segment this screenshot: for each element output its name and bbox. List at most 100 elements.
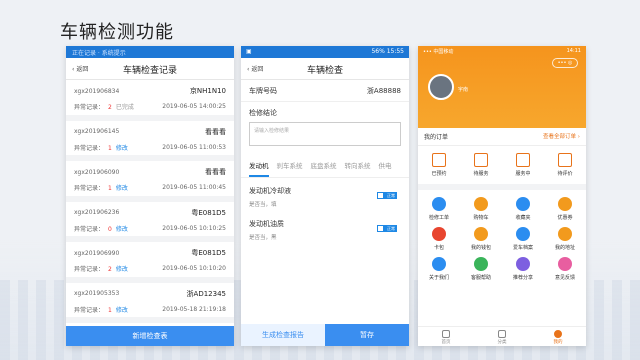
profile-screen: ••• 中国移动 14:11 ••• ◎ 宇南 我的订单 查看全部订单 › 已预… [418, 46, 586, 346]
abnormal-count: 0 [108, 225, 112, 233]
order-status-label: 待评价 [557, 171, 573, 177]
status-bar: 正在记录 · 系统提示 [66, 46, 234, 58]
tab-icon [498, 330, 506, 338]
vehicle-inspection-screen: ▣ 56% 15:55 ‹ 返回 车辆检查 车牌号码 浙A88888 检修结论 … [241, 46, 409, 346]
order-icon [474, 153, 488, 167]
tool-label: 意见反馈 [554, 275, 575, 281]
tool-icon [432, 227, 446, 241]
tab-2[interactable]: 我的 [530, 327, 586, 346]
record-date: 2019-06-05 11:00:45 [162, 184, 226, 191]
profile-header: ••• 中国移动 14:11 ••• ◎ 宇南 [418, 46, 586, 128]
tool-icon [558, 257, 572, 271]
record-date: 2019-05-18 21:19:18 [162, 305, 226, 313]
orders-header: 我的订单 查看全部订单 › [418, 128, 586, 146]
edit-link[interactable]: 修改 [116, 226, 128, 233]
tab-3[interactable]: 转向系统 [345, 160, 371, 177]
status-right: 14:11 [566, 48, 581, 54]
plate-row: 车牌号码 浙A88888 [241, 80, 409, 102]
tool-icon [474, 257, 488, 271]
record-date: 2019-06-05 10:10:20 [162, 265, 226, 272]
abnormal-label: 异常记录： [74, 185, 105, 192]
tool-item[interactable]: 优惠券 [544, 194, 586, 224]
tool-item[interactable]: 推荐分享 [502, 254, 544, 284]
record-status-group: 异常记录： 1 修改 [74, 183, 128, 192]
abnormal-label: 异常记录： [74, 104, 105, 111]
conclusion-label: 检修结论 [249, 109, 277, 117]
save-draft-button[interactable]: 暂存 [325, 324, 409, 346]
status-toggle[interactable]: 正常 [377, 225, 397, 232]
all-orders-link[interactable]: 查看全部订单 › [543, 132, 580, 141]
tool-icon [558, 227, 572, 241]
tab-0[interactable]: 发动机 [249, 160, 269, 177]
tab-1[interactable]: 分类 [474, 327, 530, 346]
nav-bar: ‹ 返回 车辆检查 [241, 58, 409, 80]
tool-icon [474, 197, 488, 211]
tab-icon [554, 330, 562, 338]
tool-item[interactable]: 购物车 [460, 194, 502, 224]
record-item[interactable]: xgx201906145 看看看 异常记录： 1 修改 2019-06-05 11:00:… [66, 121, 234, 161]
plate-value[interactable]: 浙A88888 [367, 86, 401, 96]
conclusion-input[interactable]: 请输入检修结果 [249, 122, 401, 146]
tool-item[interactable]: 收藏夹 [502, 194, 544, 224]
tool-item[interactable]: 爱车档案 [502, 224, 544, 254]
order-status-item[interactable]: 待评价 [544, 150, 586, 180]
record-bottom-row: 异常记录： 2 修改 2019-06-05 10:10:20 [74, 264, 226, 273]
record-top-row: xgx201906236 粤E081D5 [74, 208, 226, 218]
tab-1[interactable]: 刹车系统 [277, 160, 303, 177]
tool-label: 我的地址 [554, 245, 575, 251]
tab-2[interactable]: 底盘系统 [311, 160, 337, 177]
edit-link[interactable]: 修改 [116, 307, 128, 314]
tab-0[interactable]: 首页 [418, 327, 474, 346]
capsule-menu-button[interactable]: ••• ◎ [552, 58, 578, 68]
record-number: xgx201905353 [74, 290, 120, 297]
order-status-item[interactable]: 已预约 [418, 150, 460, 180]
tool-item[interactable]: 检修工单 [418, 194, 460, 224]
tool-label: 推荐分享 [512, 275, 533, 281]
record-item[interactable]: xgx201906834 京NH1N10 异常记录： 2 已完成 2019-06-05 1… [66, 80, 234, 121]
status-left: ▣ [246, 48, 252, 55]
check-item: 发动机冷却液 是否当，填 正常 [241, 178, 409, 211]
record-bottom-row: 异常记录： 1 修改 2019-06-05 11:00:45 [74, 183, 226, 192]
tool-item[interactable]: 我的地址 [544, 224, 586, 254]
tool-label: 我的钱包 [470, 245, 491, 251]
record-top-row: xgx201906990 粤E081D5 [74, 248, 226, 258]
record-list: xgx201906834 京NH1N10 异常记录： 2 已完成 2019-06-05 1… [66, 80, 234, 323]
order-icon [516, 153, 530, 167]
add-inspection-button[interactable]: 新增检查表 [66, 326, 234, 346]
tool-item[interactable]: 卡包 [418, 224, 460, 254]
tool-item[interactable]: 关于我们 [418, 254, 460, 284]
abnormal-label: 异常记录： [74, 306, 105, 314]
edit-link[interactable]: 修改 [116, 145, 128, 152]
record-item[interactable]: xgx201906236 粤E081D5 异常记录： 0 修改 2019-06-05 10… [66, 202, 234, 242]
generate-report-button[interactable]: 生成检查报告 [241, 324, 325, 346]
tab-label: 首页 [441, 340, 451, 345]
record-item[interactable]: xgx201906090 看看看 异常记录： 1 修改 2019-06-05 11:00:… [66, 161, 234, 202]
tool-item[interactable]: 客服帮助 [460, 254, 502, 284]
tool-icon [432, 257, 446, 271]
edit-link[interactable]: 修改 [116, 185, 128, 192]
avatar[interactable] [428, 74, 454, 100]
tool-icon [558, 197, 572, 211]
bottom-tab-bar: 首页 分类 我的 [418, 326, 586, 346]
check-item-hint: 是否当，填 [249, 202, 277, 208]
record-bottom-row: 异常记录： 0 修改 2019-06-05 10:10:25 [74, 224, 226, 233]
edit-link[interactable]: 修改 [116, 266, 128, 273]
record-number: xgx201906990 [74, 249, 120, 257]
record-plate: 看看看 [205, 127, 226, 136]
record-status-group: 异常记录： 0 修改 [74, 224, 128, 233]
status-toggle[interactable]: 正常 [377, 192, 397, 199]
abnormal-count: 2 [108, 104, 112, 111]
order-status-item[interactable]: 服务中 [502, 150, 544, 180]
record-plate: 粤E081D5 [191, 208, 226, 217]
action-bar: 生成检查报告 暂存 [241, 324, 409, 346]
tool-item[interactable]: 我的钱包 [460, 224, 502, 254]
username: 宇南 [458, 87, 469, 93]
tab-4[interactable]: 供电 [379, 160, 392, 177]
record-top-row: xgx201906090 看看看 [74, 167, 226, 177]
tool-label: 爱车档案 [512, 245, 533, 251]
tool-item[interactable]: 意见反馈 [544, 254, 586, 284]
order-status-item[interactable]: 待服务 [460, 150, 502, 180]
record-item[interactable]: xgx201905353 浙AD12345 异常记录： 1 修改 2019-05-18 2… [66, 283, 234, 323]
record-item[interactable]: xgx201906990 粤E081D5 异常记录： 2 修改 2019-06-05 10… [66, 242, 234, 283]
order-status-label: 已预约 [431, 171, 447, 177]
